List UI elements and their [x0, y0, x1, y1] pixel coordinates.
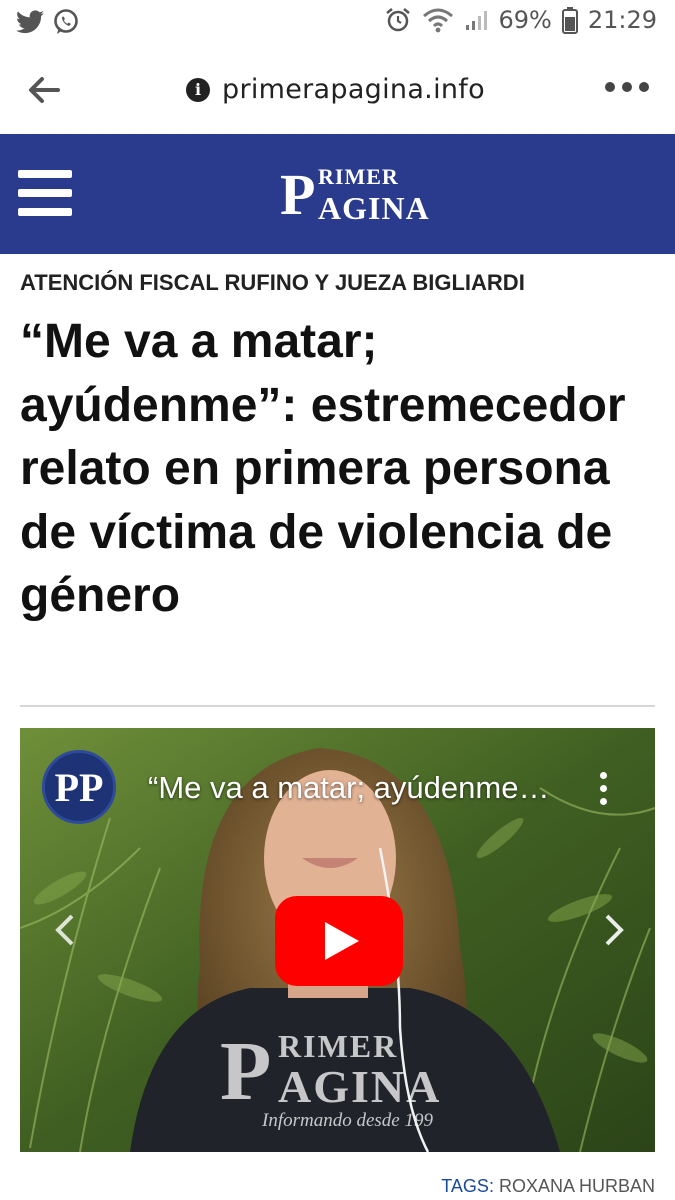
url-field[interactable]: i primerapagina.info	[186, 74, 485, 105]
clock: 21:29	[587, 6, 657, 34]
url-text: primerapagina.info	[222, 74, 485, 105]
signal-icon	[466, 11, 488, 30]
wifi-icon	[423, 8, 454, 33]
hamburger-icon[interactable]	[18, 170, 72, 216]
article-kicker[interactable]: ATENCIÓN FISCAL RUFINO Y JUEZA BIGLIARDI	[20, 270, 525, 296]
video-title[interactable]: “Me va a matar; ayúdenme…	[148, 770, 549, 806]
site-logo[interactable]: P RIMER AGINA	[280, 162, 440, 228]
video-player[interactable]: PP “Me va a matar; ayúdenme… P RIMER AGI…	[20, 728, 655, 1152]
browser-address-bar: i primerapagina.info	[0, 48, 675, 134]
twitter-icon	[16, 10, 44, 34]
divider	[20, 705, 655, 707]
chevron-right-icon[interactable]	[599, 910, 629, 950]
watermark-logo: P RIMER AGINA Informando desde 199	[220, 1025, 442, 1131]
channel-logo[interactable]: PP	[42, 750, 116, 824]
chevron-left-icon[interactable]	[50, 910, 80, 950]
info-icon[interactable]: i	[186, 77, 210, 102]
site-header: P RIMER AGINA	[0, 134, 675, 254]
battery-icon	[561, 7, 578, 34]
kebab-menu-icon[interactable]	[600, 772, 607, 805]
tag-link[interactable]: ROXANA HURBAN	[499, 1176, 655, 1196]
tags-line: TAGS: ROXANA HURBAN	[441, 1176, 655, 1197]
more-dots-icon[interactable]	[605, 82, 649, 92]
alarm-icon	[386, 8, 411, 32]
whatsapp-icon	[54, 9, 78, 34]
play-button[interactable]	[275, 896, 403, 986]
tags-label: TAGS:	[441, 1176, 494, 1196]
battery-percent: 69%	[498, 6, 552, 34]
article-headline: “Me va a matar; ayúdenme”: estremecedor …	[20, 315, 626, 622]
arrow-left-icon[interactable]	[24, 70, 64, 110]
status-bar: 69% 21:29	[0, 0, 675, 48]
